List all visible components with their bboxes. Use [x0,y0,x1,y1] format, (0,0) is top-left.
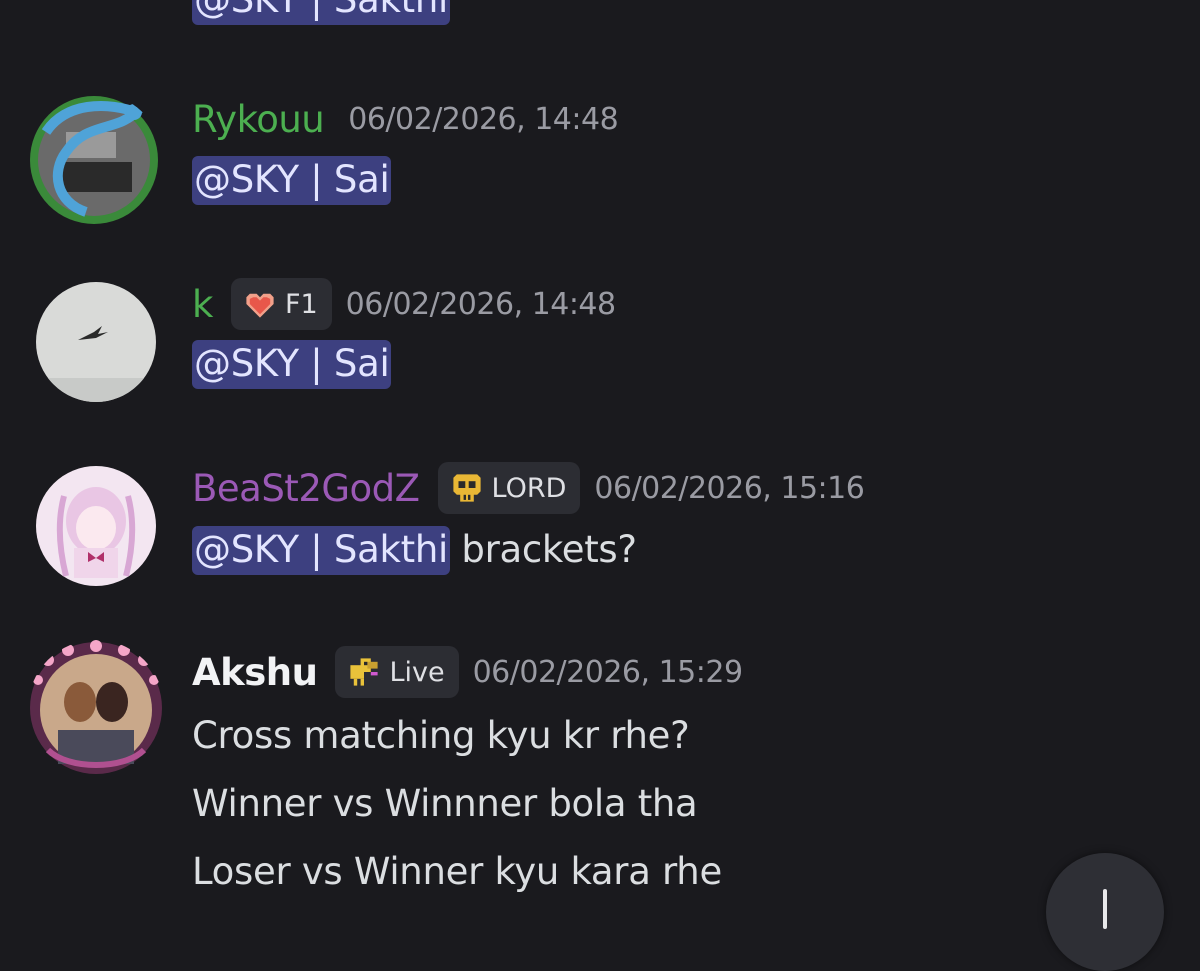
username[interactable]: k [192,283,213,326]
user-mention[interactable]: @SKY | Sakthi [192,526,450,575]
timestamp: 06/02/2026, 15:16 [594,470,865,506]
message-text: brackets? [449,528,637,571]
timestamp: 06/02/2026, 14:48 [348,102,619,137]
user-tag[interactable]: Live [335,646,459,698]
tag-label: Live [389,656,445,688]
user-mention[interactable]: @SKY | Sai [192,340,392,389]
user-tag[interactable]: LORD [437,462,581,514]
user-mention[interactable]: @SKY | Sai [192,156,392,205]
message-line: @SKY | Sai [192,340,392,389]
user-mention[interactable]: @SKY | Sakthi [192,0,450,25]
tag-label: F1 [284,288,318,320]
message-line: @SKY | Sakthi [192,0,450,25]
pixel-heart-icon [243,287,277,321]
username[interactable]: BeaSt2GodZ [192,467,420,510]
message-text: Winner vs Winnner bola tha [192,782,698,825]
message-text: Cross matching kyu kr rhe? [192,714,690,757]
tag-label: LORD [491,472,567,504]
skull-icon [450,471,484,505]
pixel-dog-icon [347,655,381,689]
couple-avatar-image [30,640,162,774]
bird-sky-avatar-image [36,282,156,402]
message-line: @SKY | Sakthi brackets? [192,526,637,575]
avatar-akshu[interactable] [28,640,164,776]
scroll-to-bottom-button[interactable] [1046,853,1164,971]
anime-avatar-image [36,466,156,586]
timestamp: 06/02/2026, 15:29 [472,654,743,690]
username[interactable]: Akshu [192,651,318,694]
avatar-beast2godz[interactable] [36,466,156,586]
message-line: @SKY | Sai [192,156,392,205]
user-tag[interactable]: F1 [230,278,332,330]
timestamp: 06/02/2026, 14:48 [345,286,616,322]
message-text: Loser vs Winner kyu kara rhe [192,850,722,893]
username[interactable]: Rykouu [192,98,325,141]
snake-avatar-image [30,96,158,224]
avatar-k[interactable] [36,282,156,402]
avatar-rykouu[interactable] [26,92,162,228]
arrow-down-icon [1103,889,1107,929]
